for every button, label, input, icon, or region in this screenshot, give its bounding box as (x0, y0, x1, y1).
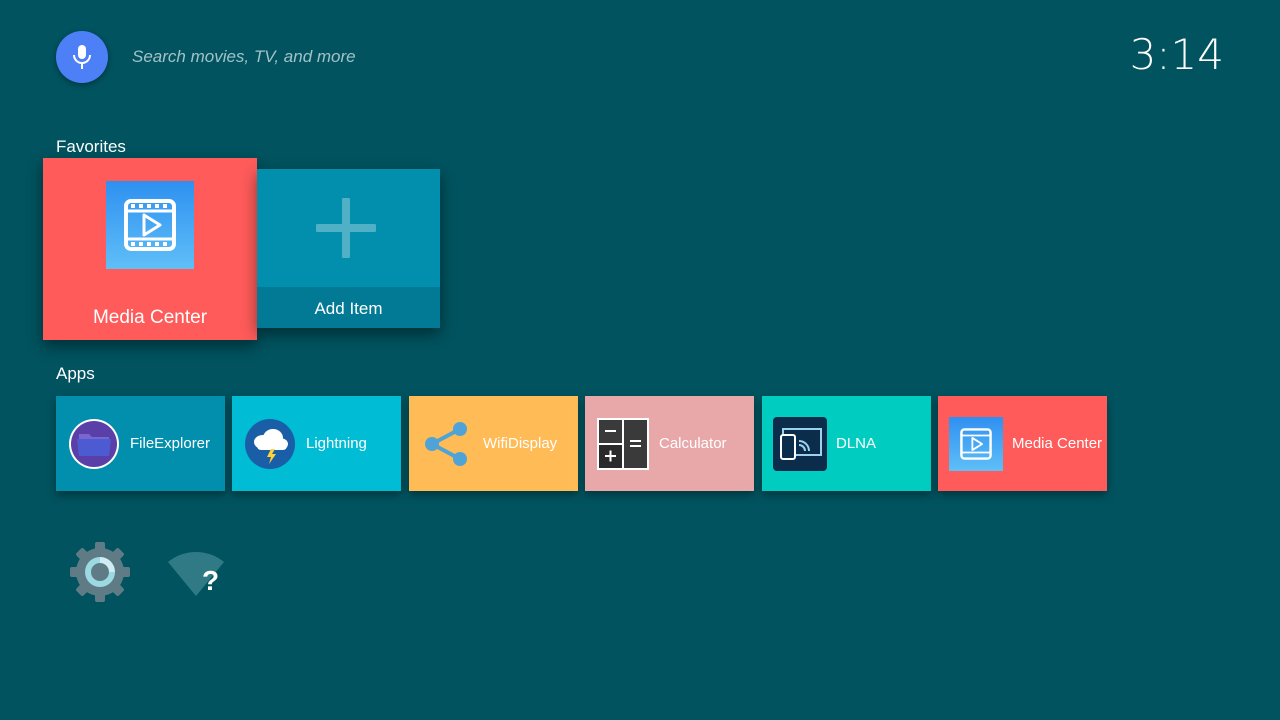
app-tile-dlna[interactable]: DLNA (762, 396, 931, 491)
favorite-tile-label: Media Center (92, 307, 208, 328)
apps-row-title: Apps (56, 364, 95, 383)
app-label: Calculator (659, 435, 727, 452)
app-tile-media-center[interactable]: Media Center (938, 396, 1107, 491)
clock: 3:14 (1129, 30, 1224, 79)
app-label: WifiDisplay (483, 435, 558, 452)
wifi-unknown-icon[interactable]: ? (164, 540, 228, 604)
settings-gear-icon[interactable] (68, 540, 132, 604)
favorite-media-center-tile[interactable]: Media Center (43, 158, 257, 340)
plus-icon (316, 198, 376, 258)
media-center-icon (106, 181, 194, 269)
app-label: FileExplorer (130, 435, 211, 452)
share-icon (420, 417, 474, 471)
search-hint[interactable]: Search movies, TV, and more (132, 47, 356, 67)
microphone-icon (73, 45, 91, 69)
media-center-icon (949, 417, 1003, 471)
app-tile-calculator[interactable]: Calculator (585, 396, 754, 491)
app-label: Lightning (306, 435, 367, 452)
voice-search-button[interactable] (56, 31, 108, 83)
app-tile-wifidisplay[interactable]: WifiDisplay (409, 396, 578, 491)
app-tile-fileexplorer[interactable]: FileExplorer (56, 396, 225, 491)
favorite-tile-label: Add Item (314, 299, 383, 318)
favorites-row-title: Favorites (56, 137, 126, 156)
add-favorite-tile[interactable]: Add Item (257, 169, 440, 328)
svg-text:?: ? (202, 565, 219, 596)
storm-cloud-icon (243, 417, 297, 471)
app-tile-lightning[interactable]: Lightning (232, 396, 401, 491)
app-label: Media Center (1012, 435, 1103, 452)
calculator-icon (596, 417, 650, 471)
home-screen: Search movies, TV, and more 3:14 Favorit… (0, 0, 1280, 720)
cast-icon (773, 417, 827, 471)
app-label: DLNA (836, 435, 877, 452)
folder-icon (67, 417, 121, 471)
